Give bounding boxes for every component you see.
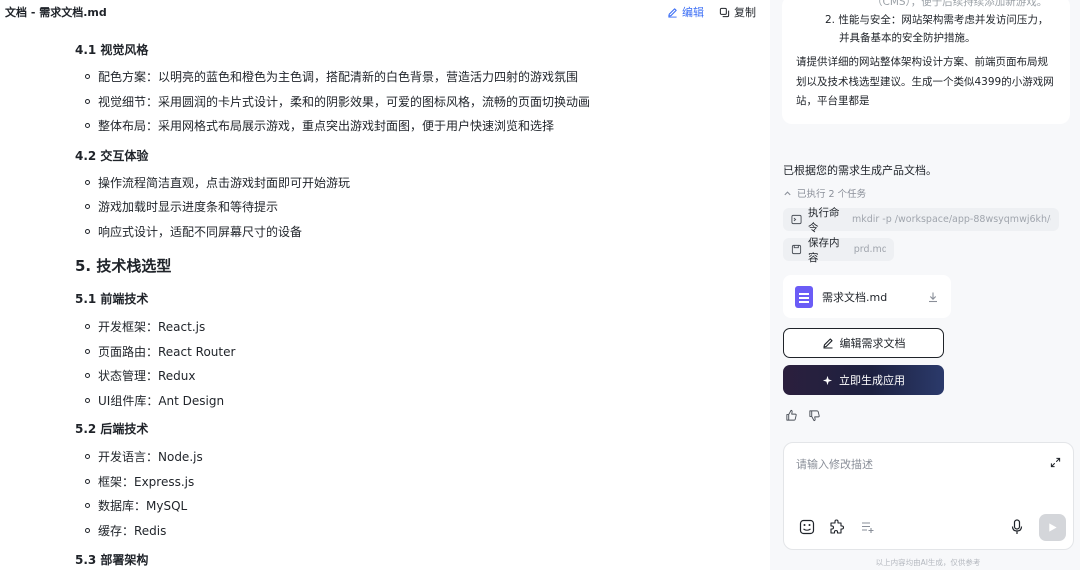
file-card[interactable]: 需求文档.md	[783, 275, 951, 318]
copy-button-label: 复制	[734, 6, 756, 19]
plugin-icon[interactable]	[829, 519, 845, 535]
message-line: 请提供详细的网站整体架构设计方案、前端页面布局规	[796, 56, 1048, 68]
message-line: 划以及技术栈选型建议。生成一个类似4399的小游戏网	[796, 76, 1054, 88]
bullet-icon	[85, 99, 90, 104]
section-heading-5-3: 5.3 部署架构	[75, 553, 149, 567]
microphone-icon[interactable]	[1010, 519, 1024, 535]
task-item-save[interactable]: 保存内容 prd.md	[783, 237, 894, 264]
edit-document-label: 编辑需求文档	[839, 337, 906, 350]
user-message-card: （CMS），便于后续持续添加新游戏。 2. 性能与安全：网站架构需考虑并发访问压…	[782, 0, 1070, 124]
thumbs-up-icon[interactable]	[785, 409, 798, 422]
file-name: 需求文档.md	[822, 290, 888, 304]
edit-document-button[interactable]: 编辑需求文档	[783, 328, 944, 358]
send-button[interactable]	[1039, 514, 1066, 541]
tasks-toggle-label: 已执行 2 个任务	[797, 189, 867, 200]
pencil-icon	[822, 338, 833, 349]
task-detail: prd.md	[853, 244, 886, 255]
generate-app-label: 立即生成应用	[839, 374, 905, 387]
list-item: 视觉细节：采用圆润的卡片式设计，柔和的阴影效果，可爱的图标风格，流畅的页面切换动…	[85, 93, 590, 110]
assistant-reply: 已根据您的需求生成产品文档。	[783, 164, 937, 177]
message-line: 并具备基本的安全防护措施。	[839, 32, 976, 44]
chevron-up-icon	[784, 190, 791, 195]
document-header: 文档 - 需求文档.md 编辑 复制	[0, 0, 770, 24]
chat-pane: （CMS），便于后续持续添加新游戏。 2. 性能与安全：网站架构需考虑并发访问压…	[770, 0, 1080, 570]
copy-button[interactable]: 复制	[719, 4, 756, 20]
bullet-icon	[85, 398, 90, 403]
list-item: UI组件库：Ant Design	[85, 392, 224, 409]
thumbs-down-icon[interactable]	[808, 409, 821, 422]
section-heading-5-2: 5.2 后端技术	[75, 422, 149, 436]
list-item: 响应式设计，适配不同屏幕尺寸的设备	[85, 223, 302, 240]
image-upload-icon[interactable]	[799, 519, 815, 535]
task-item-command[interactable]: 执行命令 mkdir -p /workspace/app-88wsyqmwj6k…	[783, 207, 1059, 234]
section-heading-4-2: 4.2 交互体验	[75, 149, 149, 163]
chat-input-box	[783, 442, 1074, 550]
document-pane: 4.1 视觉风格 配色方案：以明亮的蓝色和橙色为主色调，搭配清新的白色背景，营造…	[0, 0, 770, 570]
list-item: 游戏加载时显示进度条和等待提示	[85, 198, 278, 215]
expand-icon[interactable]	[1050, 457, 1061, 468]
task-detail: mkdir -p /workspace/app-88wsyqmwj6kh/doc…	[851, 214, 1051, 225]
bullet-icon	[85, 528, 90, 533]
list-item: 数据库：MySQL	[85, 497, 187, 514]
list-item: 页面路由：React Router	[85, 343, 235, 360]
feedback-row	[785, 409, 821, 422]
send-icon	[1049, 523, 1057, 532]
message-line: （CMS），便于后续持续添加新游戏。	[872, 0, 1048, 8]
bullet-icon	[85, 349, 90, 354]
bullet-icon	[85, 74, 90, 79]
copy-icon	[719, 7, 730, 17]
generate-app-button[interactable]: 立即生成应用	[783, 365, 944, 395]
section-heading-5: 5. 技术栈选型	[75, 257, 172, 275]
bullet-icon	[85, 324, 90, 329]
terminal-icon	[791, 214, 802, 225]
bullet-icon	[85, 180, 90, 185]
document-title: 文档 - 需求文档.md	[5, 6, 107, 19]
ai-disclaimer: 以上内容均由AI生成，仅供参考	[875, 558, 981, 567]
tasks-toggle[interactable]: 已执行 2 个任务	[783, 186, 866, 200]
list-item: 操作流程简洁直观，点击游戏封面即可开始游玩	[85, 174, 350, 191]
bullet-icon	[85, 479, 90, 484]
list-add-icon[interactable]	[860, 519, 876, 535]
edit-button[interactable]: 编辑	[667, 4, 704, 20]
message-line: 2. 性能与安全：网站架构需考虑并发访问压力，	[825, 14, 1049, 26]
modify-description-input[interactable]	[796, 456, 1036, 516]
bullet-icon	[85, 204, 90, 209]
task-label: 执行命令	[808, 206, 840, 234]
section-heading-4-1: 4.1 视觉风格	[75, 43, 149, 57]
list-item: 整体布局：采用网格式布局展示游戏，重点突出游戏封面图，便于用户快速浏览和选择	[85, 117, 554, 134]
list-item: 开发语言：Node.js	[85, 448, 203, 465]
bullet-icon	[85, 454, 90, 459]
list-item: 框架：Express.js	[85, 473, 194, 490]
sparkle-icon	[822, 375, 833, 385]
bullet-icon	[85, 373, 90, 378]
bullet-icon	[85, 229, 90, 234]
task-label: 保存内容	[808, 236, 840, 264]
list-item: 配色方案：以明亮的蓝色和橙色为主色调，搭配清新的白色背景，营造活力四射的游戏氛围	[85, 68, 578, 85]
message-line: 站，平台里都是	[796, 95, 870, 107]
document-file-icon	[795, 285, 813, 308]
list-item: 开发框架：React.js	[85, 318, 205, 335]
bullet-icon	[85, 123, 90, 128]
edit-button-label: 编辑	[682, 6, 704, 19]
pencil-icon	[668, 7, 677, 18]
download-icon[interactable]	[927, 291, 939, 303]
list-item: 状态管理：Redux	[85, 367, 196, 384]
save-icon	[791, 244, 802, 255]
section-heading-5-1: 5.1 前端技术	[75, 292, 149, 306]
list-item: 缓存：Redis	[85, 522, 166, 539]
bullet-icon	[85, 503, 90, 508]
